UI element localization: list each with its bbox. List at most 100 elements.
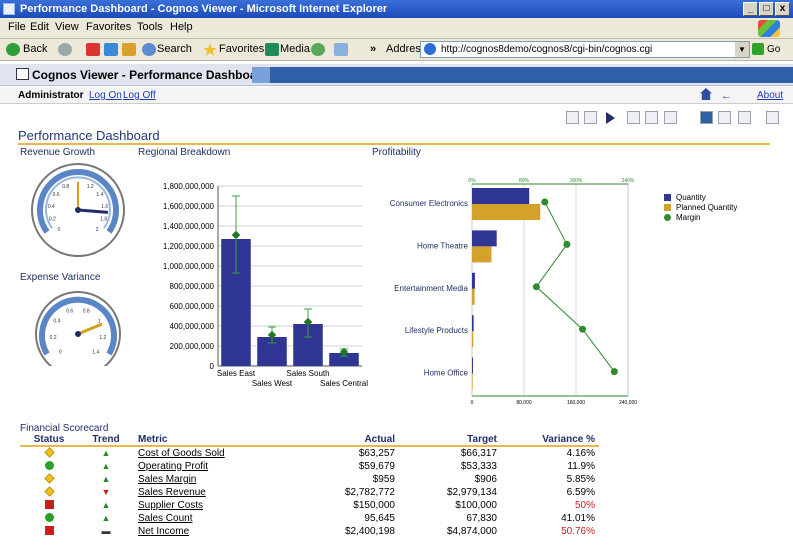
trend-cell: ▲ (78, 473, 134, 486)
return-arrow-icon[interactable]: ← (721, 90, 732, 102)
y-tick-label: 800,000,000 (170, 282, 215, 291)
table-row: ▲ Sales Margin $959 $906 5.85% (20, 473, 599, 486)
marker-point (231, 230, 241, 240)
view-format-icon[interactable] (700, 111, 713, 124)
metric-cell[interactable]: Operating Profit (134, 460, 289, 473)
table-row: ▲ Sales Count 95,645 67,830 41.01% (20, 512, 599, 525)
search-icon[interactable] (142, 43, 156, 56)
restore-button[interactable]: □ (759, 2, 774, 16)
export-icon[interactable] (566, 111, 579, 124)
actual-cell: $63,257 (358, 447, 395, 459)
add-report-icon[interactable] (718, 111, 731, 124)
metric-link[interactable]: Cost of Goods Sold (138, 448, 225, 459)
close-button[interactable]: x (775, 2, 790, 16)
trend-up-icon: ▲ (101, 513, 111, 523)
go-button[interactable]: Go (752, 41, 792, 59)
back-button[interactable]: Back (23, 43, 47, 55)
menu-edit[interactable]: Edit (30, 21, 49, 33)
minimize-button[interactable]: _ (743, 2, 758, 16)
menu-help[interactable]: Help (170, 21, 193, 33)
toolbar-overflow-chevron[interactable]: » (370, 43, 376, 55)
search-button[interactable]: Search (157, 43, 192, 55)
table-header-row: Status Trend Metric Actual Target Varian… (20, 434, 599, 447)
about-link[interactable]: About (757, 90, 783, 101)
x-tick-label: Sales South (286, 369, 329, 378)
col-status: Status (20, 434, 78, 447)
home-icon[interactable] (122, 43, 136, 56)
y-tick-label: 1,800,000,000 (163, 182, 215, 191)
forward-arrow-icon[interactable] (58, 43, 72, 56)
table-row: ▲ Supplier Costs $150,000 $100,000 50% (20, 499, 599, 512)
log-off-link[interactable]: Log Off (123, 90, 156, 101)
regional-breakdown-heading: Regional Breakdown (138, 147, 231, 158)
metric-cell[interactable]: Sales Revenue (134, 486, 289, 499)
target-cell: $2,979,134 (446, 486, 497, 498)
log-on-link[interactable]: Log On (89, 90, 122, 101)
table-row: ▲ Operating Profit $59,679 $53,333 11.9% (20, 460, 599, 473)
media-button[interactable]: Media (280, 43, 310, 55)
bar-planned-quantity (472, 288, 475, 305)
address-dropdown-button[interactable]: ▼ (735, 42, 749, 57)
drill-down-icon[interactable] (627, 111, 640, 124)
metric-link[interactable]: Sales Revenue (138, 487, 206, 498)
back-arrow-icon[interactable] (6, 43, 20, 56)
category-label: Entertainment Media (394, 284, 468, 293)
regional-breakdown-chart: 1,800,000,000 1,600,000,000 1,400,000,000 1… (163, 182, 368, 388)
metric-cell[interactable]: Cost of Goods Sold (134, 446, 289, 460)
metric-link[interactable]: Operating Profit (138, 461, 208, 472)
window-title: Performance Dashboard - Cognos Viewer - … (20, 3, 388, 15)
gauge-tick-label: 0 (59, 350, 62, 356)
menu-tools[interactable]: Tools (137, 21, 163, 33)
go-to-icon[interactable] (664, 111, 677, 124)
metric-link[interactable]: Sales Count (138, 513, 192, 524)
gauge-tick-label: 0.6 (53, 192, 60, 198)
history-icon[interactable] (311, 43, 325, 56)
profitability-heading: Profitability (372, 147, 421, 158)
x-tick-label: Sales Central (320, 379, 368, 388)
status-cell (20, 473, 78, 486)
metric-cell[interactable]: Sales Count (134, 512, 289, 525)
table-row: ▬ Net Income $2,400,198 $4,874,000 50.76% (20, 525, 599, 538)
collapse-icon[interactable] (766, 111, 779, 124)
email-icon[interactable] (584, 111, 597, 124)
metric-cell[interactable]: Supplier Costs (134, 499, 289, 512)
revenue-growth-heading: Revenue Growth (20, 147, 96, 158)
x2-tick-label: 80% (519, 178, 530, 184)
drill-up-icon[interactable] (645, 111, 658, 124)
layout-icon[interactable] (738, 111, 751, 124)
status-cell (20, 512, 78, 525)
y-tick-label: 600,000,000 (170, 302, 215, 311)
stop-icon[interactable] (86, 43, 100, 56)
mail-icon[interactable] (334, 43, 348, 56)
metric-cell[interactable]: Net Income (134, 525, 289, 538)
metric-link[interactable]: Sales Margin (138, 474, 196, 485)
trend-cell: ▲ (78, 460, 134, 473)
page-icon (424, 43, 436, 55)
x2-tick-label: 160% (570, 178, 583, 184)
media-icon[interactable] (265, 43, 279, 56)
menu-file[interactable]: File (8, 21, 26, 33)
target-cell: $100,000 (455, 499, 497, 511)
refresh-icon[interactable] (104, 43, 118, 56)
status-square-icon (44, 500, 54, 510)
favorites-button[interactable]: Favorites (219, 43, 264, 55)
bar-quantity (472, 230, 497, 247)
user-name: Administrator (18, 90, 84, 101)
metric-link[interactable]: Supplier Costs (138, 500, 203, 511)
x2-tick-label: 240% (622, 178, 635, 184)
address-input[interactable]: http://cognos8demo/cognos8/cgi-bin/cogno… (420, 41, 750, 58)
gauge-hub (75, 331, 81, 337)
trend-up-icon: ▲ (101, 461, 111, 471)
metric-cell[interactable]: Sales Margin (134, 473, 289, 486)
gauge-tick-label: 0.4 (48, 204, 55, 210)
gauge-tick-label: 0.2 (49, 216, 56, 222)
run-icon[interactable] (606, 112, 615, 124)
status-cell (20, 460, 78, 473)
menu-favorites[interactable]: Favorites (86, 21, 131, 33)
favorites-star-icon[interactable] (203, 43, 217, 56)
y-tick-label: 200,000,000 (170, 342, 215, 351)
metric-link[interactable]: Net Income (138, 526, 189, 537)
menu-view[interactable]: View (55, 21, 79, 33)
category-label: Home Theatre (417, 241, 469, 250)
table-row: ▼ Sales Revenue $2,782,772 $2,979,134 6.59% (20, 486, 599, 499)
